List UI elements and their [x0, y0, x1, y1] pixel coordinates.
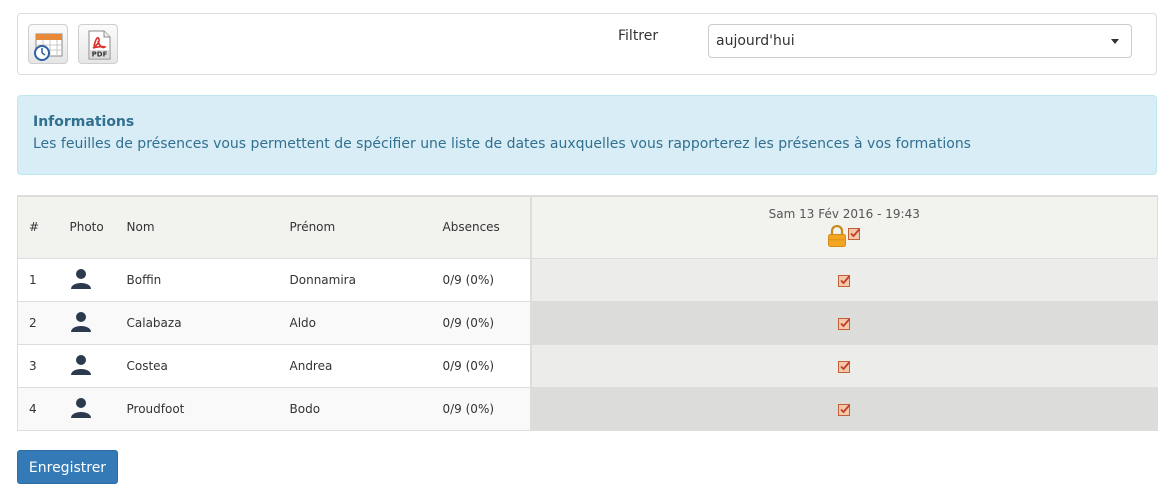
row-photo	[58, 258, 116, 302]
table-row: 2 Calabaza Aldo 0/9 (0%)	[17, 301, 1158, 345]
row-absences: 0/9 (0%)	[431, 301, 531, 345]
row-photo	[58, 344, 116, 388]
attendance-toggle[interactable]	[529, 344, 1158, 388]
col-header-nom: Nom	[115, 195, 279, 259]
lock-icon[interactable]	[827, 224, 847, 247]
col-header-photo: Photo	[58, 195, 116, 259]
row-nom: Calabaza	[115, 301, 279, 345]
person-icon	[70, 269, 91, 289]
pdf-label: PDF	[92, 51, 108, 59]
row-nom: Boffin	[115, 258, 279, 302]
row-nom: Costea	[115, 344, 279, 388]
save-button[interactable]: Enregistrer	[17, 450, 118, 484]
table-row: 1 Boffin Donnamira 0/9 (0%)	[17, 258, 1158, 302]
present-checkbox-icon	[838, 317, 851, 330]
attendance-toggle[interactable]	[529, 258, 1158, 302]
row-absences: 0/9 (0%)	[431, 344, 531, 388]
row-photo	[58, 301, 116, 345]
pdf-file-icon: PDF	[88, 30, 111, 60]
info-text: Les feuilles de présences vous permetten…	[33, 136, 971, 152]
chevron-down-icon	[1111, 39, 1119, 44]
table-header-row: # Photo Nom Prénom Absences Sam 13 Fév 2…	[17, 195, 1158, 259]
info-title: Informations	[33, 114, 135, 130]
row-nom: Proudfoot	[115, 387, 279, 431]
filter-select[interactable]: aujourd'hui	[708, 24, 1132, 58]
table-row: 4 Proudfoot Bodo 0/9 (0%)	[17, 387, 1158, 431]
col-header-prenom: Prénom	[278, 195, 432, 259]
present-checkbox-icon	[838, 360, 851, 373]
calendar-clock-icon	[34, 33, 63, 61]
person-icon	[70, 398, 91, 418]
person-icon	[70, 312, 91, 332]
row-number: 3	[17, 344, 59, 388]
col-header-absences: Absences	[431, 195, 531, 259]
table-row: 3 Costea Andrea 0/9 (0%)	[17, 344, 1158, 388]
row-prenom: Bodo	[278, 387, 432, 431]
row-photo	[58, 387, 116, 431]
present-checkbox-icon	[838, 274, 851, 287]
pdf-export-button[interactable]: PDF	[78, 24, 118, 64]
filter-selected-value: aujourd'hui	[716, 33, 795, 49]
info-alert: Informations Les feuilles de présences v…	[17, 95, 1157, 175]
attendance-toggle[interactable]	[529, 301, 1158, 345]
row-number: 1	[17, 258, 59, 302]
calendar-export-button[interactable]	[28, 24, 68, 64]
present-checkbox-icon	[838, 403, 851, 416]
row-prenom: Aldo	[278, 301, 432, 345]
filter-label: Filtrer	[618, 28, 659, 44]
row-number: 2	[17, 301, 59, 345]
col-header-number: #	[17, 195, 59, 259]
row-number: 4	[17, 387, 59, 431]
toolbar: PDF Filtrer aujourd'hui	[17, 13, 1157, 75]
row-prenom: Donnamira	[278, 258, 432, 302]
col-header-session: Sam 13 Fév 2016 - 19:43	[529, 195, 1158, 259]
row-absences: 0/9 (0%)	[431, 387, 531, 431]
check-all-icon[interactable]	[848, 227, 861, 240]
row-absences: 0/9 (0%)	[431, 258, 531, 302]
row-prenom: Andrea	[278, 344, 432, 388]
session-date: Sam 13 Fév 2016 - 19:43	[768, 206, 920, 221]
person-icon	[70, 355, 91, 375]
attendance-table: # Photo Nom Prénom Absences Sam 13 Fév 2…	[17, 195, 1158, 431]
attendance-toggle[interactable]	[529, 387, 1158, 431]
